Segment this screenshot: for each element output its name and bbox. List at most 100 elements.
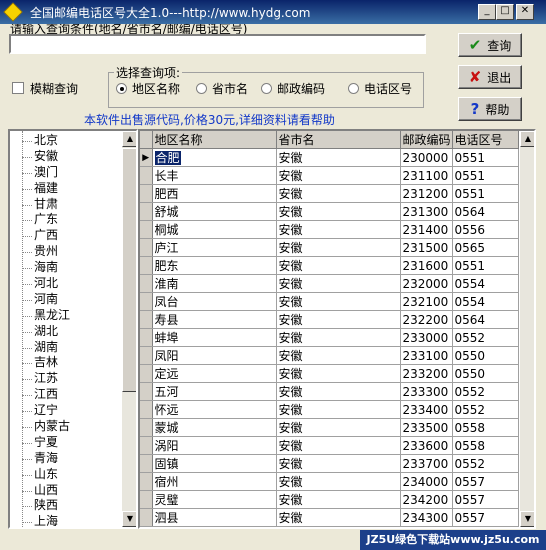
province-list-item[interactable]: 黑龙江	[10, 308, 120, 324]
table-cell[interactable]: 0552	[452, 454, 519, 473]
row-indicator[interactable]	[140, 400, 153, 419]
table-cell[interactable]: 泗县	[152, 508, 277, 527]
table-cell[interactable]: 0558	[452, 418, 519, 437]
province-list-scrollbar[interactable]: ▲ ▼	[122, 131, 136, 527]
grid-scroll-down-arrow-icon[interactable]: ▼	[520, 511, 534, 527]
radio-postcode[interactable]	[261, 83, 272, 94]
fuzzy-checkbox[interactable]	[12, 82, 24, 94]
table-cell[interactable]: 寿县	[152, 310, 277, 329]
table-cell[interactable]: 0557	[452, 472, 519, 491]
table-cell[interactable]: 安徽	[276, 328, 401, 347]
title-bar[interactable]: 全国邮编电话区号大全1.0---http://www.hydg.com _ □ …	[0, 0, 546, 24]
table-cell[interactable]: 凤台	[152, 292, 277, 311]
table-cell[interactable]: 0557	[452, 490, 519, 509]
row-indicator[interactable]	[140, 256, 153, 275]
province-list-item[interactable]: 山西	[10, 483, 120, 499]
table-cell[interactable]: 233000	[400, 328, 453, 347]
table-cell[interactable]: 231500	[400, 238, 453, 257]
province-list-item[interactable]: 河南	[10, 292, 120, 308]
row-indicator[interactable]	[140, 382, 153, 401]
column-header-province[interactable]: 省市名	[276, 131, 401, 149]
table-cell[interactable]: 凤阳	[152, 346, 277, 365]
table-cell[interactable]: 安徽	[276, 274, 401, 293]
table-cell[interactable]: 0552	[452, 382, 519, 401]
row-indicator[interactable]	[140, 238, 153, 257]
table-cell[interactable]: 233100	[400, 346, 453, 365]
table-cell[interactable]: 234000	[400, 472, 453, 491]
province-list[interactable]: 北京 安徽 澳门 福建 甘肃 广东 广西 贵州 海南 河北 河南 黑龙江 湖北 湖南 吉林 江苏 江西 辽宁 内蒙古…	[8, 129, 138, 529]
row-indicator[interactable]	[140, 274, 153, 293]
row-indicator[interactable]	[140, 508, 153, 527]
province-list-item[interactable]: 内蒙古	[10, 419, 120, 435]
table-row[interactable]: 肥东 安徽 231600 0551	[140, 256, 519, 275]
table-cell[interactable]: 232200	[400, 310, 453, 329]
table-cell[interactable]: 234200	[400, 490, 453, 509]
table-cell[interactable]: 231300	[400, 202, 453, 221]
table-cell[interactable]: 0554	[452, 274, 519, 293]
row-indicator[interactable]	[140, 436, 153, 455]
table-cell[interactable]: 桐城	[152, 220, 277, 239]
current-row-indicator-icon[interactable]: ▶	[140, 148, 153, 167]
province-list-item[interactable]: 广西	[10, 228, 120, 244]
table-cell[interactable]: 0551	[452, 256, 519, 275]
table-cell[interactable]: 安徽	[276, 436, 401, 455]
table-cell[interactable]: 肥东	[152, 256, 277, 275]
table-cell[interactable]: 淮南	[152, 274, 277, 293]
table-cell[interactable]: 0552	[452, 400, 519, 419]
table-cell[interactable]: 0558	[452, 436, 519, 455]
table-cell[interactable]: 安徽	[276, 166, 401, 185]
province-list-item[interactable]: 福建	[10, 181, 120, 197]
row-indicator[interactable]	[140, 418, 153, 437]
table-row[interactable]: 蚌埠 安徽 233000 0552	[140, 328, 519, 347]
table-cell[interactable]: 233500	[400, 418, 453, 437]
table-row[interactable]: 肥西 安徽 231200 0551	[140, 184, 519, 203]
row-indicator[interactable]	[140, 310, 153, 329]
province-list-item[interactable]: 澳门	[10, 165, 120, 181]
row-indicator[interactable]	[140, 292, 153, 311]
row-indicator[interactable]	[140, 472, 153, 491]
scroll-down-arrow-icon[interactable]: ▼	[122, 511, 136, 527]
province-list-item[interactable]: 辽宁	[10, 403, 120, 419]
table-cell[interactable]: 0564	[452, 202, 519, 221]
close-button[interactable]: ✕	[516, 4, 534, 20]
province-list-item[interactable]: 海南	[10, 260, 120, 276]
table-cell[interactable]: 安徽	[276, 346, 401, 365]
radio-region-name[interactable]	[116, 83, 127, 94]
table-cell[interactable]: 安徽	[276, 148, 401, 167]
table-row[interactable]: 桐城 安徽 231400 0556	[140, 220, 519, 239]
table-cell[interactable]: 安徽	[276, 382, 401, 401]
table-cell[interactable]: 灵璧	[152, 490, 277, 509]
table-row[interactable]: 蒙城 安徽 233500 0558	[140, 418, 519, 437]
table-row[interactable]: 泗县 安徽 234300 0557	[140, 508, 519, 527]
exit-button[interactable]: ✘ 退出	[458, 65, 522, 89]
province-list-item[interactable]: 青海	[10, 451, 120, 467]
table-cell[interactable]: 怀远	[152, 400, 277, 419]
table-cell[interactable]: 安徽	[276, 184, 401, 203]
minimize-button[interactable]: _	[478, 4, 496, 20]
row-indicator[interactable]	[140, 220, 153, 239]
scroll-thumb[interactable]	[122, 148, 136, 392]
table-row[interactable]: 灵璧 安徽 234200 0557	[140, 490, 519, 509]
table-cell[interactable]: 安徽	[276, 418, 401, 437]
table-cell[interactable]: 肥西	[152, 184, 277, 203]
province-list-item[interactable]: 江西	[10, 387, 120, 403]
table-cell[interactable]: 合肥	[152, 148, 277, 167]
row-indicator[interactable]	[140, 328, 153, 347]
table-row[interactable]: 淮南 安徽 232000 0554	[140, 274, 519, 293]
scroll-up-arrow-icon[interactable]: ▲	[122, 131, 136, 147]
row-indicator[interactable]	[140, 364, 153, 383]
province-list-item[interactable]: 甘肃	[10, 197, 120, 213]
table-cell[interactable]: 234300	[400, 508, 453, 527]
table-cell[interactable]: 231600	[400, 256, 453, 275]
table-cell[interactable]: 0551	[452, 184, 519, 203]
province-list-item[interactable]: 吉林	[10, 355, 120, 371]
province-list-item[interactable]: 广东	[10, 212, 120, 228]
grid-scrollbar[interactable]: ▲ ▼	[520, 131, 534, 527]
table-cell[interactable]: 0551	[452, 148, 519, 167]
province-list-item[interactable]: 湖北	[10, 324, 120, 340]
table-row[interactable]: 定远 安徽 233200 0550	[140, 364, 519, 383]
province-list-item[interactable]: 上海	[10, 514, 120, 527]
table-cell[interactable]: 安徽	[276, 454, 401, 473]
table-cell[interactable]: 231400	[400, 220, 453, 239]
table-cell[interactable]: 蒙城	[152, 418, 277, 437]
